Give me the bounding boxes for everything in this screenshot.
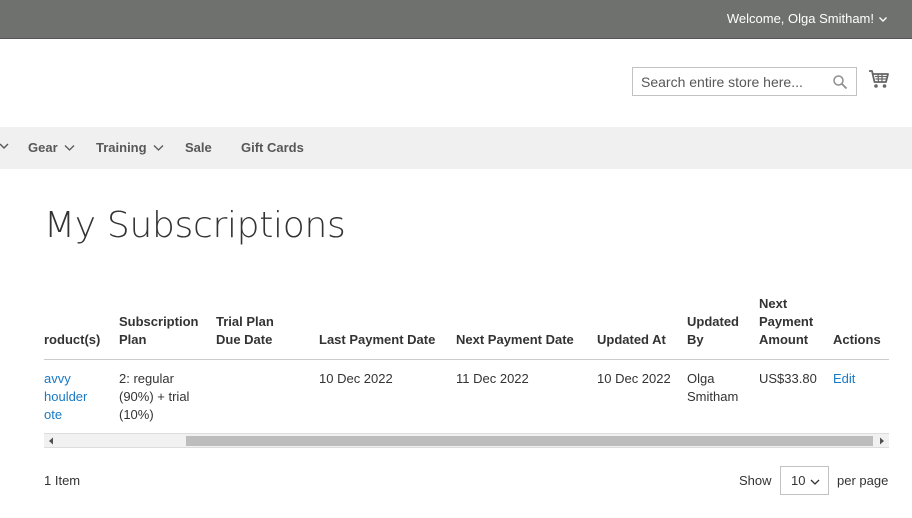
cell-subscription-plan: 2: regular (90%) + trial (10%) [119, 370, 189, 424]
column-header-next-payment-amount: Next Payment Amount [759, 295, 813, 349]
chevron-down-icon [64, 145, 75, 151]
cell-line: Olga [687, 371, 715, 386]
cell-line: houlder [44, 389, 88, 404]
cell-updated-by: Olga Smitham [687, 370, 738, 406]
cell-last-payment-date: 10 Dec 2022 [319, 371, 393, 386]
nav-item-training[interactable]: Training [96, 140, 164, 155]
cell-updated-at: 10 Dec 2022 [597, 371, 671, 386]
header-line: Payment [759, 314, 814, 329]
chevron-down-icon [810, 479, 820, 485]
edit-link[interactable]: Edit [833, 370, 855, 388]
page-title: My Subscriptions [44, 205, 346, 246]
cart-icon[interactable] [868, 68, 890, 90]
nav-item-label: Training [96, 140, 147, 155]
nav-item-sale[interactable]: Sale [185, 140, 212, 155]
header-line: Subscription [119, 314, 199, 329]
column-header-last-payment-date: Last Payment Date [319, 332, 436, 347]
nav-item-label: Sale [185, 140, 212, 155]
subscriptions-table: roduct(s) Subscription Plan Trial Plan D… [44, 290, 889, 430]
chevron-down-icon [879, 16, 887, 22]
scrollbar-thumb[interactable] [186, 436, 873, 446]
cell-line: 2: regular [119, 371, 174, 386]
column-header-products: roduct(s) [44, 332, 101, 347]
column-header-actions: Actions [833, 332, 881, 347]
search-field [632, 67, 857, 96]
main-navigation: Gear Training Sale Gift Cards [0, 127, 912, 169]
nav-item-label: Gear [28, 140, 58, 155]
cell-next-payment-date: 11 Dec 2022 [456, 371, 529, 386]
scroll-left-arrow-icon[interactable] [47, 437, 55, 445]
cell-line: Smitham [687, 389, 739, 404]
cell-line: (10%) [119, 407, 154, 422]
nav-item-gear[interactable]: Gear [28, 140, 75, 155]
per-page-value: 10 [791, 473, 806, 488]
horizontal-scrollbar[interactable] [44, 433, 889, 448]
per-page-label: per page [837, 473, 889, 488]
cell-line: (90%) + trial [119, 389, 190, 404]
chevron-down-icon [153, 145, 164, 151]
header-line: Due Date [216, 332, 273, 347]
items-count: 1 Item [44, 473, 81, 488]
search-icon[interactable] [832, 74, 848, 90]
header-line: By [687, 332, 704, 347]
header-line: Updated [687, 314, 739, 329]
top-bar: Welcome, Olga Smitham! [0, 0, 912, 39]
scroll-right-arrow-icon[interactable] [878, 437, 886, 445]
chevron-down-icon[interactable] [0, 141, 10, 151]
header-line: Plan [119, 332, 147, 347]
header-line: Trial Plan [216, 314, 274, 329]
column-header-updated-at: Updated At [597, 332, 666, 347]
per-page-select[interactable]: 10 [780, 466, 829, 495]
cell-next-payment-amount: US$33.80 [759, 371, 817, 386]
show-label: Show [739, 473, 772, 488]
header-line: Amount [759, 332, 809, 347]
cell-line: ote [44, 407, 63, 422]
welcome-menu[interactable]: Welcome, Olga Smitham! [727, 11, 888, 26]
cell-line: avvy [44, 371, 71, 386]
column-header-trial-plan-due-date: Trial Plan Due Date [216, 313, 274, 349]
column-header-subscription-plan: Subscription Plan [119, 313, 198, 349]
table-header-divider [44, 359, 889, 360]
welcome-text: Welcome, Olga Smitham! [726, 11, 874, 26]
column-header-updated-by: Updated By [687, 313, 739, 349]
nav-item-gift-cards[interactable]: Gift Cards [241, 140, 304, 155]
product-link[interactable]: avvy houlder ote [44, 370, 87, 424]
header-line: Next [759, 296, 788, 311]
column-header-next-payment-date: Next Payment Date [456, 332, 574, 347]
search-input[interactable] [633, 68, 823, 95]
nav-item-label: Gift Cards [241, 140, 304, 155]
